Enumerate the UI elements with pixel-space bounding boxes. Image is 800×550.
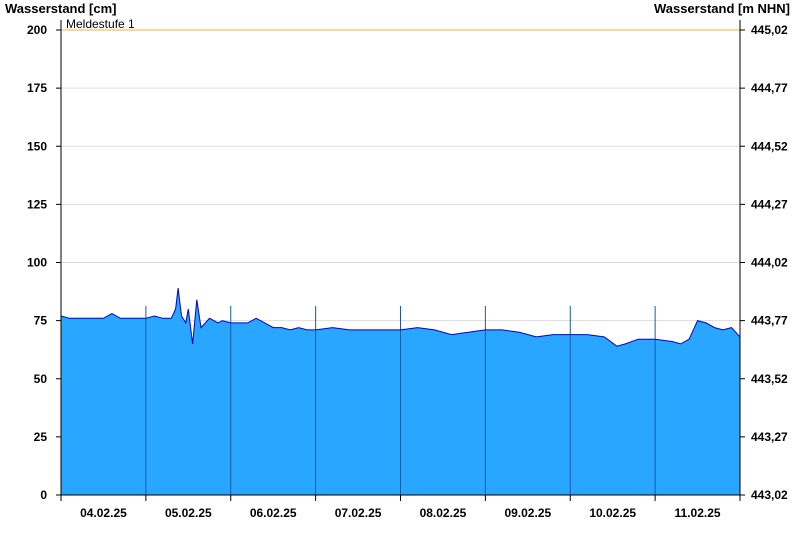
x-tick-label: 10.02.25	[589, 506, 636, 520]
left-tick-label: 175	[27, 81, 47, 95]
right-tick-label: 443,02	[751, 488, 788, 502]
left-tick-label: 200	[27, 23, 47, 37]
left-tick-label: 100	[27, 256, 47, 270]
x-tick-label: 09.02.25	[504, 506, 551, 520]
left-tick-label: 125	[27, 197, 47, 211]
left-tick-label: 150	[27, 139, 47, 153]
x-tick-label: 06.02.25	[250, 506, 297, 520]
x-tick-label: 08.02.25	[420, 506, 467, 520]
right-tick-label: 444,27	[751, 197, 788, 211]
left-tick-label: 0	[40, 488, 47, 502]
left-axis-ticks: 0 25 50 75 100 125 150 175 200	[27, 23, 61, 502]
x-axis-ticks: 04.02.25 05.02.25 06.02.25 07.02.25 08.02.25…	[60, 495, 741, 520]
left-axis-title: Wasserstand [cm]	[5, 1, 117, 16]
x-tick-label: 05.02.25	[165, 506, 212, 520]
right-tick-label: 443,52	[751, 372, 788, 386]
left-tick-label: 75	[34, 314, 48, 328]
left-tick-label: 50	[34, 372, 48, 386]
right-axis-ticks: 443,02 443,27 443,52 443,77 444,02 444,27 444,…	[740, 23, 788, 502]
right-tick-label: 444,52	[751, 139, 788, 153]
right-tick-label: 444,77	[751, 81, 788, 95]
x-tick-label: 04.02.25	[80, 506, 127, 520]
right-tick-label: 444,02	[751, 256, 788, 270]
x-tick-label: 07.02.25	[335, 506, 382, 520]
water-level-chart: Wasserstand [cm] Wasserstand [m NHN] Mel…	[5, 1, 790, 520]
right-axis-title: Wasserstand [m NHN]	[654, 1, 790, 16]
right-tick-label: 443,77	[751, 314, 788, 328]
right-tick-label: 445,02	[751, 23, 788, 37]
x-tick-label: 11.02.25	[675, 506, 721, 520]
threshold-label: Meldestufe 1	[66, 17, 135, 31]
left-tick-label: 25	[34, 430, 48, 444]
right-tick-label: 443,27	[751, 430, 788, 444]
